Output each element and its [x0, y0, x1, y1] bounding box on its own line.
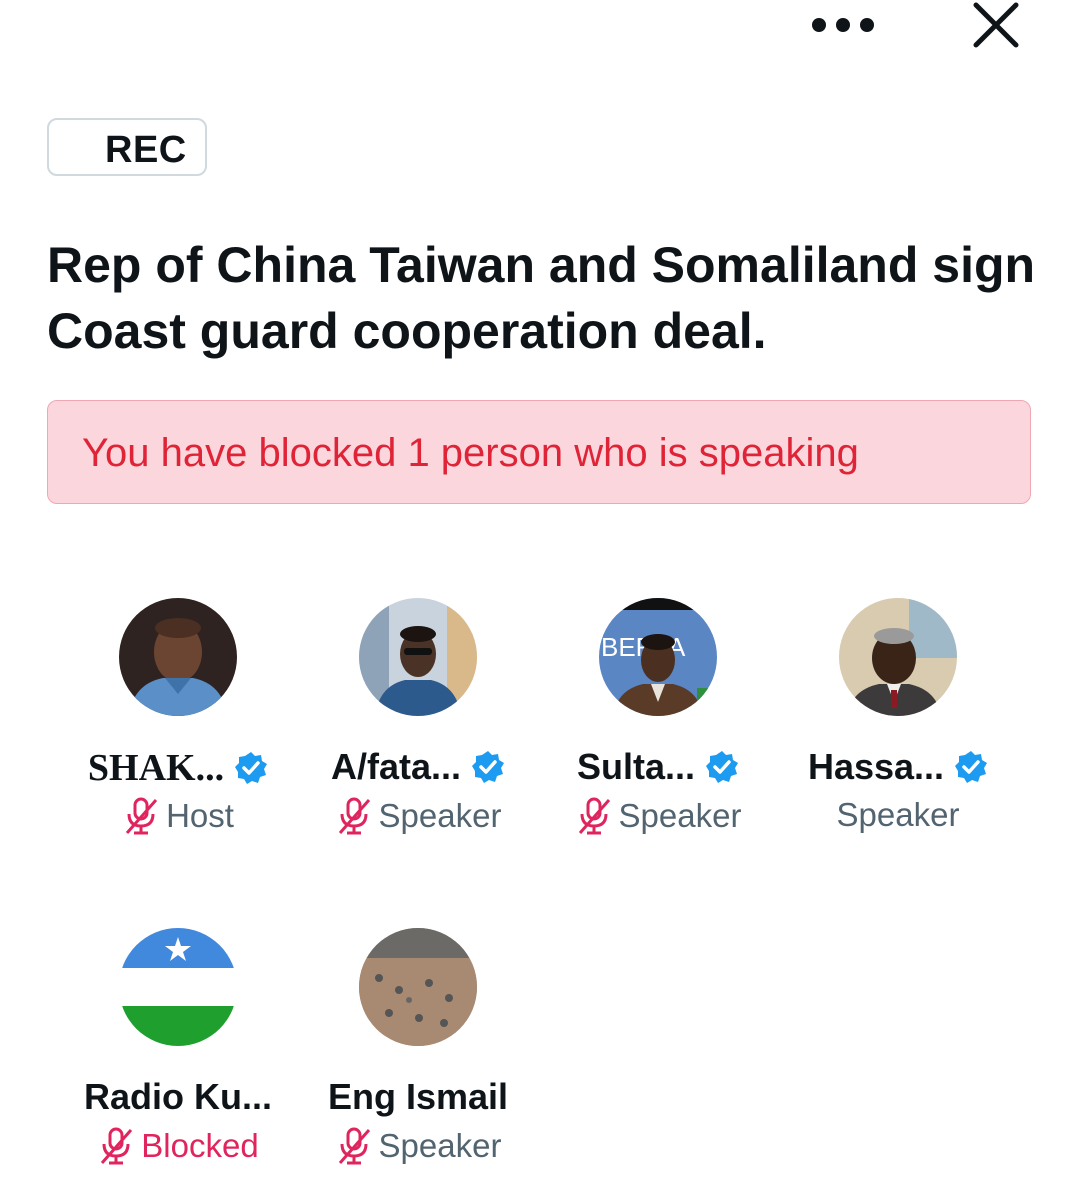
name-row: Radio Ku... [58, 1076, 298, 1118]
participant-role: Speaker [836, 796, 960, 833]
participant-card[interactable]: BERTA Sulta... Speaker [538, 598, 778, 838]
mic-muted-icon [101, 1127, 133, 1165]
role-row: Speaker [538, 796, 778, 836]
mic-muted-icon [338, 797, 370, 835]
participant-card[interactable]: A/fata... Speaker [298, 598, 538, 838]
top-bar [0, 0, 1078, 60]
alert-text: You have blocked 1 person who is speakin… [82, 431, 859, 475]
avatar[interactable] [359, 598, 477, 716]
role-row: Speaker [298, 796, 538, 836]
verified-badge-icon [955, 751, 988, 783]
role-row: Blocked [58, 1126, 298, 1166]
more-options-icon[interactable] [808, 10, 878, 40]
recording-label: REC [105, 129, 187, 171]
avatar[interactable] [359, 928, 477, 1046]
verified-badge-icon [235, 752, 268, 784]
verified-badge-icon [472, 751, 505, 783]
dot [860, 18, 874, 32]
participant-name: Hassa... [807, 746, 945, 787]
name-row: SHAK... [58, 746, 298, 790]
participant-role: Host [166, 797, 234, 834]
participant-card[interactable]: Radio Ku... Blocked [58, 928, 298, 1168]
participant-role: Speaker [618, 797, 742, 834]
participant-name: Sulta... [576, 746, 696, 787]
mic-muted-icon [578, 797, 610, 835]
participant-card[interactable]: SHAK... Host [58, 598, 298, 838]
avatar[interactable] [119, 928, 237, 1046]
mic-muted-icon [125, 797, 158, 835]
blocked-speaker-alert: You have blocked 1 person who is speakin… [47, 400, 1031, 504]
mic-muted-icon [338, 1127, 370, 1165]
participant-name: Eng Ismail [327, 1076, 509, 1117]
avatar[interactable] [119, 598, 237, 716]
recording-badge: REC [47, 118, 207, 176]
name-row: Eng Ismail [298, 1076, 538, 1118]
role-row: Speaker [298, 1126, 538, 1166]
name-row: A/fata... [298, 746, 538, 788]
participant-name: A/fata... [330, 746, 462, 787]
close-icon[interactable] [968, 0, 1024, 50]
participant-name: Radio Ku... [84, 1076, 272, 1117]
participant-name: SHAK... [87, 747, 225, 789]
name-row: Hassa... [778, 746, 1018, 788]
verified-badge-icon [706, 751, 739, 783]
dot [812, 18, 826, 32]
participant-role: Speaker [378, 1127, 502, 1164]
role-row: Speaker [778, 796, 1018, 834]
space-title: Rep of China Taiwan and Somaliland sign … [47, 237, 1036, 359]
avatar[interactable]: BERTA [599, 598, 717, 716]
participant-role: Speaker [378, 797, 502, 834]
participant-card[interactable]: Eng Ismail Speaker [298, 928, 538, 1168]
name-row: Sulta... [538, 746, 778, 788]
avatar[interactable] [839, 598, 957, 716]
role-row: Host [58, 796, 298, 836]
participant-card[interactable]: Hassa... Speaker [778, 598, 1018, 838]
dot [836, 18, 850, 32]
participant-role: Blocked [141, 1127, 259, 1164]
